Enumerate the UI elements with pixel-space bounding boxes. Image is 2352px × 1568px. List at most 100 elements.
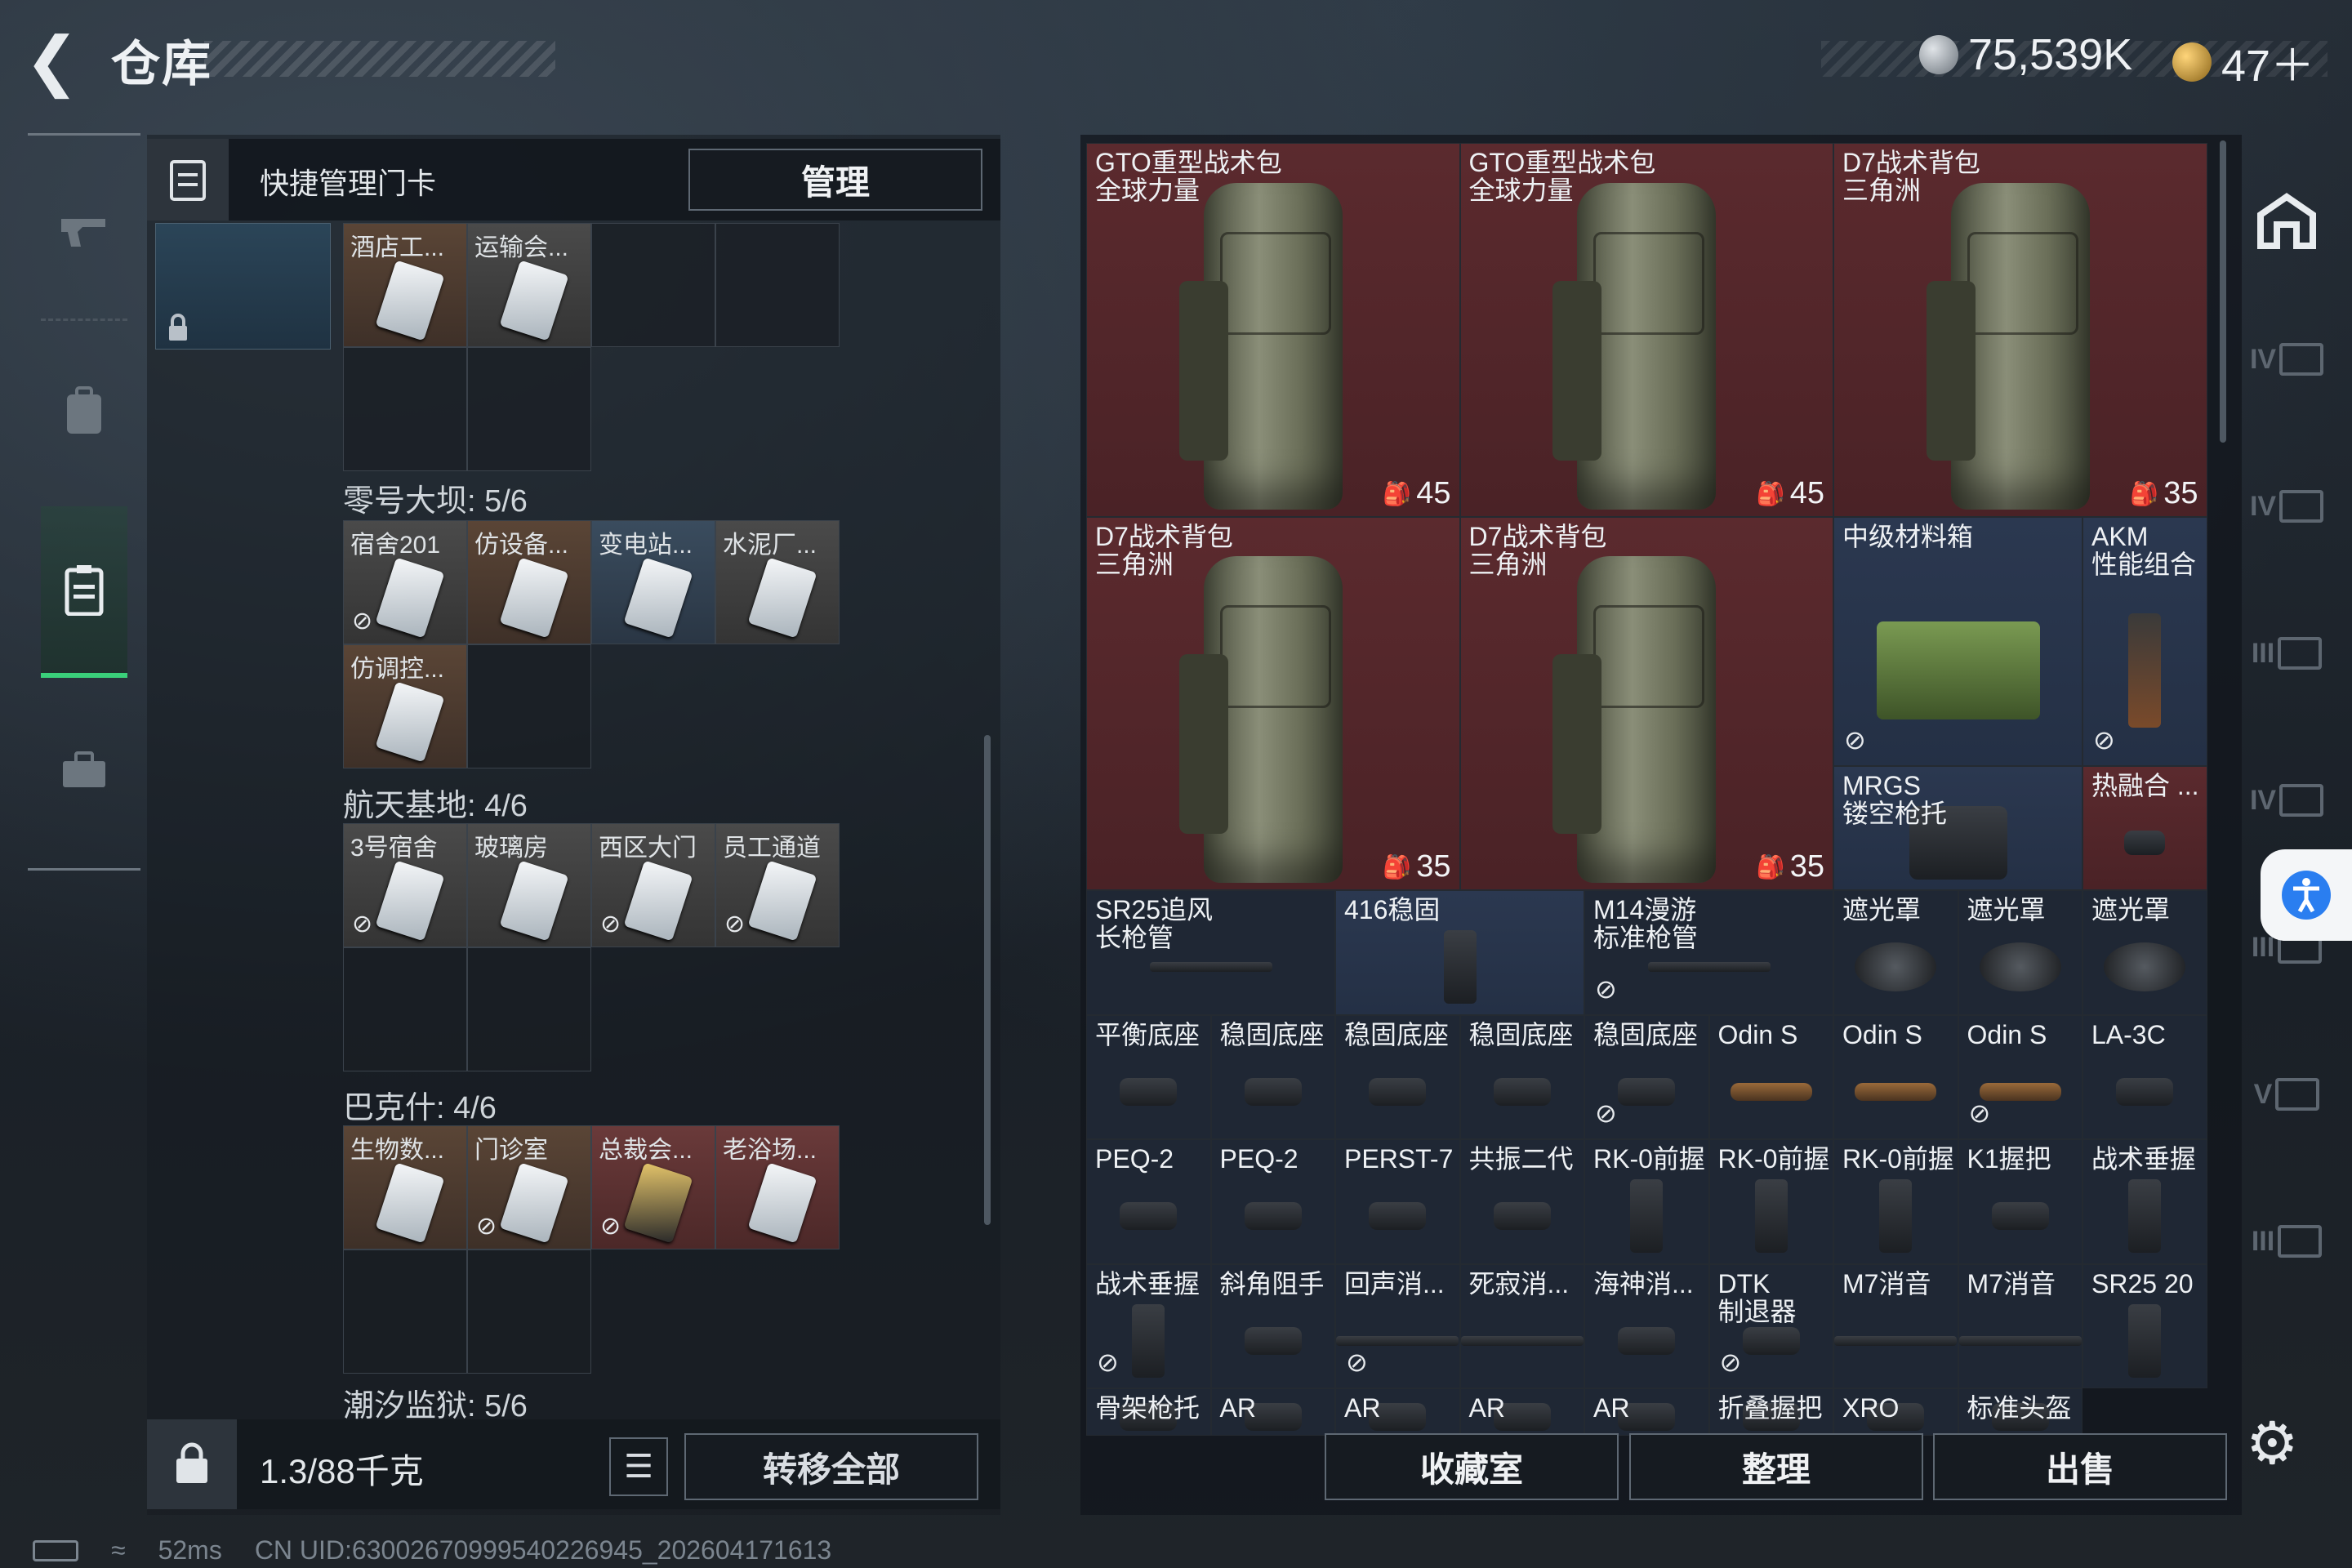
stash-item[interactable]: 稳固底座 ⊘ (1584, 1014, 1709, 1139)
stash-item[interactable]: 折叠握把 (1708, 1388, 1833, 1436)
locked-card-slot[interactable] (155, 223, 331, 350)
keycard[interactable]: 玻璃房 (467, 823, 591, 947)
empty-slot[interactable] (467, 644, 591, 768)
stash-item[interactable]: 战术垂握 (2082, 1139, 2207, 1264)
keycard[interactable]: 仿设备... (467, 520, 591, 644)
stash-item[interactable]: PEQ-2 (1210, 1139, 1335, 1264)
empty-slot[interactable] (715, 223, 840, 347)
stash-item[interactable]: 平衡底座 (1086, 1014, 1211, 1139)
stash-item[interactable]: MRGS 镂空枪托 (1833, 765, 2082, 890)
keycard[interactable]: 仿调控... (343, 644, 467, 768)
part-image (1493, 1202, 1551, 1231)
stash-item[interactable]: AR (1335, 1388, 1460, 1436)
keycard[interactable]: 酒店工... (343, 223, 467, 347)
stash-item[interactable]: 遮光罩 (1833, 890, 1958, 1015)
settings-gear-icon[interactable]: ⚙ (2246, 1409, 2299, 1477)
stash-item[interactable]: RK-0前握 (1708, 1139, 1833, 1264)
stash-item[interactable]: 中级材料箱 ⊘ (1833, 516, 2082, 766)
stash-item[interactable]: K1握把 (1958, 1139, 2082, 1264)
nav-weapon[interactable] (41, 188, 127, 274)
sort-button[interactable]: 整理 (1629, 1433, 1923, 1500)
stash-item[interactable]: M7消音 (1833, 1263, 1958, 1388)
stash-tier-tab[interactable]: IV (2242, 314, 2332, 404)
keycard[interactable]: 变电站... (591, 520, 715, 644)
stash-item[interactable]: Odin S (1833, 1014, 1958, 1139)
stash-item[interactable]: M7消音 (1958, 1263, 2082, 1388)
stash-item[interactable]: PEQ-2 (1086, 1139, 1211, 1264)
keycard[interactable]: 宿舍201 ⊘ (343, 520, 467, 644)
empty-slot[interactable] (343, 347, 467, 471)
keycard[interactable]: 水泥厂... (715, 520, 840, 644)
stash-item[interactable]: 416稳固 (1335, 890, 1584, 1015)
stash-item[interactable]: 稳固底座 (1210, 1014, 1335, 1139)
keycard[interactable]: 3号宿舍 ⊘ (343, 823, 467, 947)
item-name: 战术垂握 (2091, 1144, 2197, 1174)
stash-item[interactable]: 稳固底座 (1459, 1014, 1584, 1139)
stash-item[interactable]: 死寂消... (1459, 1263, 1584, 1388)
keycard[interactable]: 西区大门 ⊘ (591, 823, 715, 947)
manage-button[interactable]: 管理 (688, 149, 982, 211)
empty-slot[interactable] (343, 947, 467, 1071)
stash-item[interactable]: 稳固底座 (1335, 1014, 1460, 1139)
nav-toolbox[interactable] (41, 727, 127, 813)
stash-item[interactable]: 斜角阻手 (1210, 1263, 1335, 1388)
accessibility-button[interactable] (2261, 849, 2352, 941)
empty-slot[interactable] (591, 223, 715, 347)
keycard[interactable]: 生物数... (343, 1125, 467, 1250)
stash-item[interactable]: LA-3C (2082, 1014, 2207, 1139)
collection-room-button[interactable]: 收藏室 (1325, 1433, 1619, 1500)
empty-slot[interactable] (343, 1250, 467, 1374)
stash-tier-tab[interactable]: IV (2242, 461, 2332, 551)
stash-item[interactable]: RK-0前握 (1584, 1139, 1709, 1264)
stash-item[interactable]: 共振二代 (1459, 1139, 1584, 1264)
keycard[interactable]: 门诊室 ⊘ (467, 1125, 591, 1250)
keycard[interactable]: 运输会... (467, 223, 591, 347)
stash-item[interactable]: SR25追风 长枪管 (1086, 890, 1335, 1015)
stash-item[interactable]: PERST-7 (1335, 1139, 1460, 1264)
stash-tier-tab[interactable]: III (2242, 1196, 2332, 1286)
stash-scrollbar[interactable] (2220, 140, 2226, 443)
transfer-all-button[interactable]: 转移全部 (684, 1433, 978, 1500)
keycard[interactable]: 总裁会... ⊘ (591, 1125, 715, 1250)
stash-item[interactable]: XRO (1833, 1388, 1958, 1436)
stash-tier-tab[interactable]: III (2242, 608, 2332, 698)
stash-item[interactable]: 热融合 ... (2082, 765, 2207, 890)
stash-item[interactable]: Odin S (1708, 1014, 1833, 1139)
stash-item[interactable]: GTO重型战术包 全球力量 🎒 45 (1086, 143, 1460, 517)
stash-item[interactable]: DTK 制退器 ⊘ (1708, 1263, 1833, 1388)
sell-button[interactable]: 出售 (1933, 1433, 2227, 1500)
stash-item[interactable]: AKM 性能组合 ⊘ (2082, 516, 2207, 766)
stash-item[interactable]: GTO重型战术包 全球力量 🎒 45 (1459, 143, 1833, 517)
stash-tier-tab[interactable]: IV (2242, 755, 2332, 845)
stash-item[interactable]: 遮光罩 (2082, 890, 2207, 1015)
stash-item[interactable]: D7战术背包 三角洲 🎒 35 (1459, 516, 1833, 890)
bag-image (1552, 182, 1717, 510)
stash-item[interactable]: 骨架枪托 (1086, 1388, 1211, 1436)
stash-home-icon[interactable] (2242, 176, 2332, 265)
back-arrow-icon[interactable]: ❮ (24, 29, 90, 94)
keycard[interactable]: 员工通道 ⊘ (715, 823, 840, 947)
stash-item[interactable]: 海神消... (1584, 1263, 1709, 1388)
list-view-button[interactable]: ☰ (609, 1437, 668, 1496)
stash-item[interactable]: 标准头盔 (1958, 1388, 2082, 1436)
empty-slot[interactable] (467, 1250, 591, 1374)
stash-item[interactable]: AR (1584, 1388, 1709, 1436)
stash-item[interactable]: D7战术背包 三角洲 🎒 35 (1833, 143, 2207, 517)
stash-item[interactable]: M14漫游 标准枪管 ⊘ (1584, 890, 1833, 1015)
stash-item[interactable]: D7战术背包 三角洲 🎒 35 (1086, 516, 1460, 890)
stash-item[interactable]: 回声消... ⊘ (1335, 1263, 1460, 1388)
stash-item[interactable]: AR (1459, 1388, 1584, 1436)
stash-item[interactable]: RK-0前握 (1833, 1139, 1958, 1264)
keycard[interactable]: 老浴场... (715, 1125, 840, 1250)
stash-item[interactable]: SR25 20 (2082, 1263, 2207, 1388)
stash-item[interactable]: AR (1210, 1388, 1335, 1436)
stash-item[interactable]: 遮光罩 (1958, 890, 2082, 1015)
stash-item[interactable]: Odin S ⊘ (1958, 1014, 2082, 1139)
left-scrollbar[interactable] (984, 735, 991, 1225)
empty-slot[interactable] (467, 947, 591, 1071)
stash-tier-tab[interactable]: V (2242, 1049, 2332, 1139)
nav-backpack[interactable] (41, 368, 127, 454)
stash-item[interactable]: 战术垂握 ⊘ (1086, 1263, 1211, 1388)
nav-keycard[interactable] (41, 506, 127, 678)
empty-slot[interactable] (467, 347, 591, 471)
